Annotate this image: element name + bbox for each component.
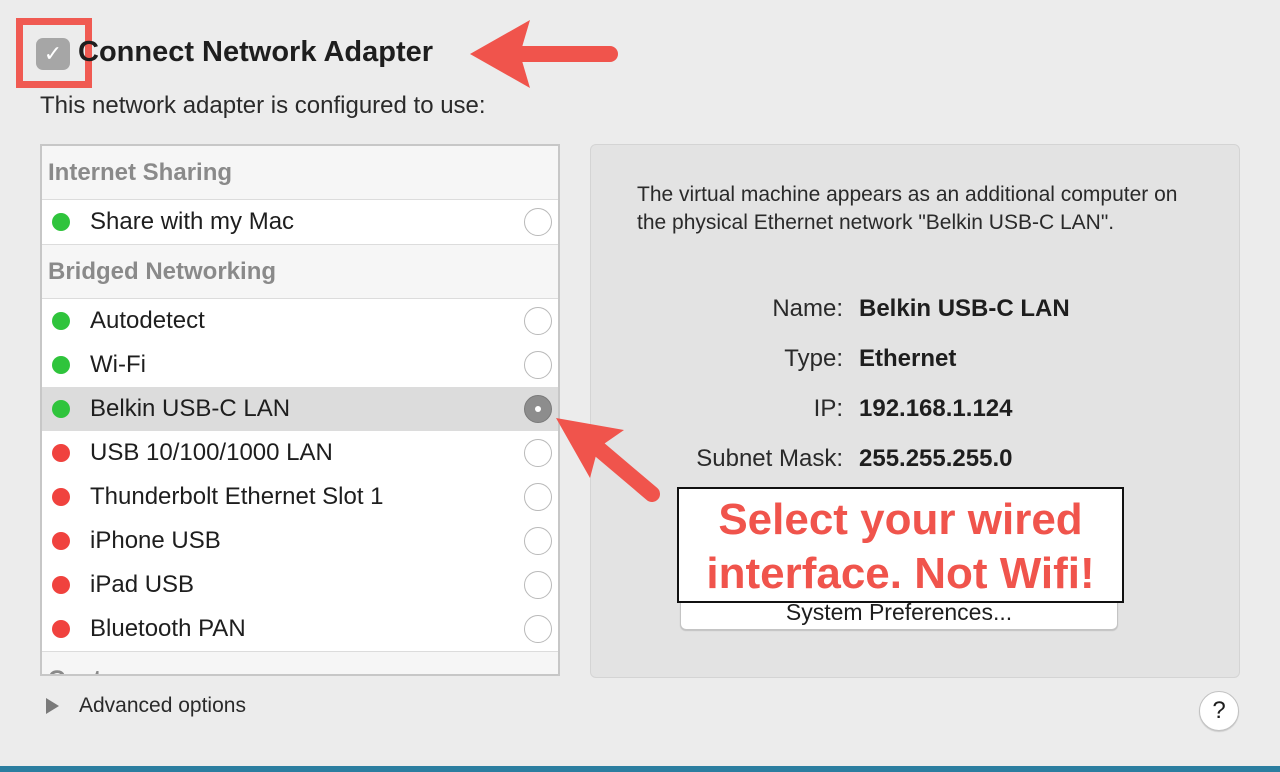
list-item-iphone-usb[interactable]: iPhone USB — [42, 519, 558, 563]
section-header-custom: Custom — [42, 651, 558, 674]
section-header-bridged-networking: Bridged Networking — [42, 245, 558, 299]
radio-button[interactable] — [524, 351, 552, 379]
list-item-label: Thunderbolt Ethernet Slot 1 — [90, 483, 384, 510]
list-item-label: USB 10/100/1000 LAN — [90, 439, 333, 466]
status-dot-green-icon — [52, 356, 70, 374]
annotation-callout: Select your wired interface. Not Wifi! — [677, 487, 1124, 603]
status-dot-green-icon — [52, 312, 70, 330]
status-dot-red-icon — [52, 488, 70, 506]
radio-button[interactable] — [524, 615, 552, 643]
list-item-label: iPad USB — [90, 571, 195, 598]
status-dot-red-icon — [52, 620, 70, 638]
radio-button[interactable] — [524, 208, 552, 236]
list-item-thunderbolt-ethernet[interactable]: Thunderbolt Ethernet Slot 1 — [42, 475, 558, 519]
radio-button[interactable] — [524, 527, 552, 555]
list-item-share-with-my-mac[interactable]: Share with my Mac — [42, 200, 558, 245]
list-item-label: iPhone USB — [90, 527, 221, 554]
info-row-ip: IP: 192.168.1.124 — [591, 395, 1241, 425]
section-header-internet-sharing: Internet Sharing — [42, 146, 558, 200]
annotation-line-2: interface. Not Wifi! — [706, 549, 1095, 598]
info-value: Ethernet — [859, 345, 957, 372]
info-key: Type: — [784, 345, 843, 372]
info-key: Name: — [772, 295, 843, 322]
status-dot-red-icon — [52, 576, 70, 594]
list-item-label: Autodetect — [90, 307, 205, 334]
list-item-wifi[interactable]: Wi-Fi — [42, 343, 558, 387]
info-row-name: Name: Belkin USB-C LAN — [591, 295, 1241, 325]
network-list[interactable]: Internet Sharing Share with my Mac Bridg… — [40, 144, 560, 676]
window-bottom-edge — [0, 766, 1280, 772]
adapter-subtitle: This network adapter is configured to us… — [40, 92, 486, 119]
radio-button[interactable] — [524, 307, 552, 335]
disclosure-triangle-icon — [46, 698, 59, 714]
adapter-description: The virtual machine appears as an additi… — [637, 183, 1178, 234]
help-button[interactable]: ? — [1199, 691, 1239, 731]
advanced-options-disclosure[interactable]: Advanced options — [46, 694, 246, 718]
status-dot-red-icon — [52, 444, 70, 462]
list-item-bluetooth-pan[interactable]: Bluetooth PAN — [42, 607, 558, 651]
list-item-label: Belkin USB-C LAN — [90, 395, 291, 422]
connect-adapter-label[interactable]: Connect Network Adapter — [78, 36, 433, 69]
info-value: Belkin USB-C LAN — [859, 295, 1070, 322]
radio-button[interactable] — [524, 483, 552, 511]
info-row-subnet-mask: Subnet Mask: 255.255.255.0 — [591, 445, 1241, 475]
radio-button-selected[interactable] — [524, 395, 552, 423]
status-dot-red-icon — [52, 532, 70, 550]
list-item-label: Bluetooth PAN — [90, 615, 246, 642]
info-key: IP: — [813, 395, 843, 422]
radio-button[interactable] — [524, 439, 552, 467]
annotation-line-1: Select your wired — [718, 495, 1083, 544]
list-item-usb-lan[interactable]: USB 10/100/1000 LAN — [42, 431, 558, 475]
info-key: Subnet Mask: — [696, 445, 843, 472]
status-dot-green-icon — [52, 400, 70, 418]
list-item-ipad-usb[interactable]: iPad USB — [42, 563, 558, 607]
list-item-label: Share with my Mac — [90, 208, 295, 235]
list-item-autodetect[interactable]: Autodetect — [42, 299, 558, 343]
status-dot-green-icon — [52, 213, 70, 231]
advanced-options-label: Advanced options — [79, 694, 246, 717]
info-value: 192.168.1.124 — [859, 395, 1013, 422]
list-item-label: Wi-Fi — [90, 351, 146, 378]
arrow-to-checkbox-icon — [470, 20, 618, 88]
radio-button[interactable] — [524, 571, 552, 599]
list-item-belkin-usb-c-lan[interactable]: Belkin USB-C LAN — [42, 387, 558, 431]
info-value: 255.255.255.0 — [859, 445, 1013, 472]
info-row-type: Type: Ethernet — [591, 345, 1241, 375]
